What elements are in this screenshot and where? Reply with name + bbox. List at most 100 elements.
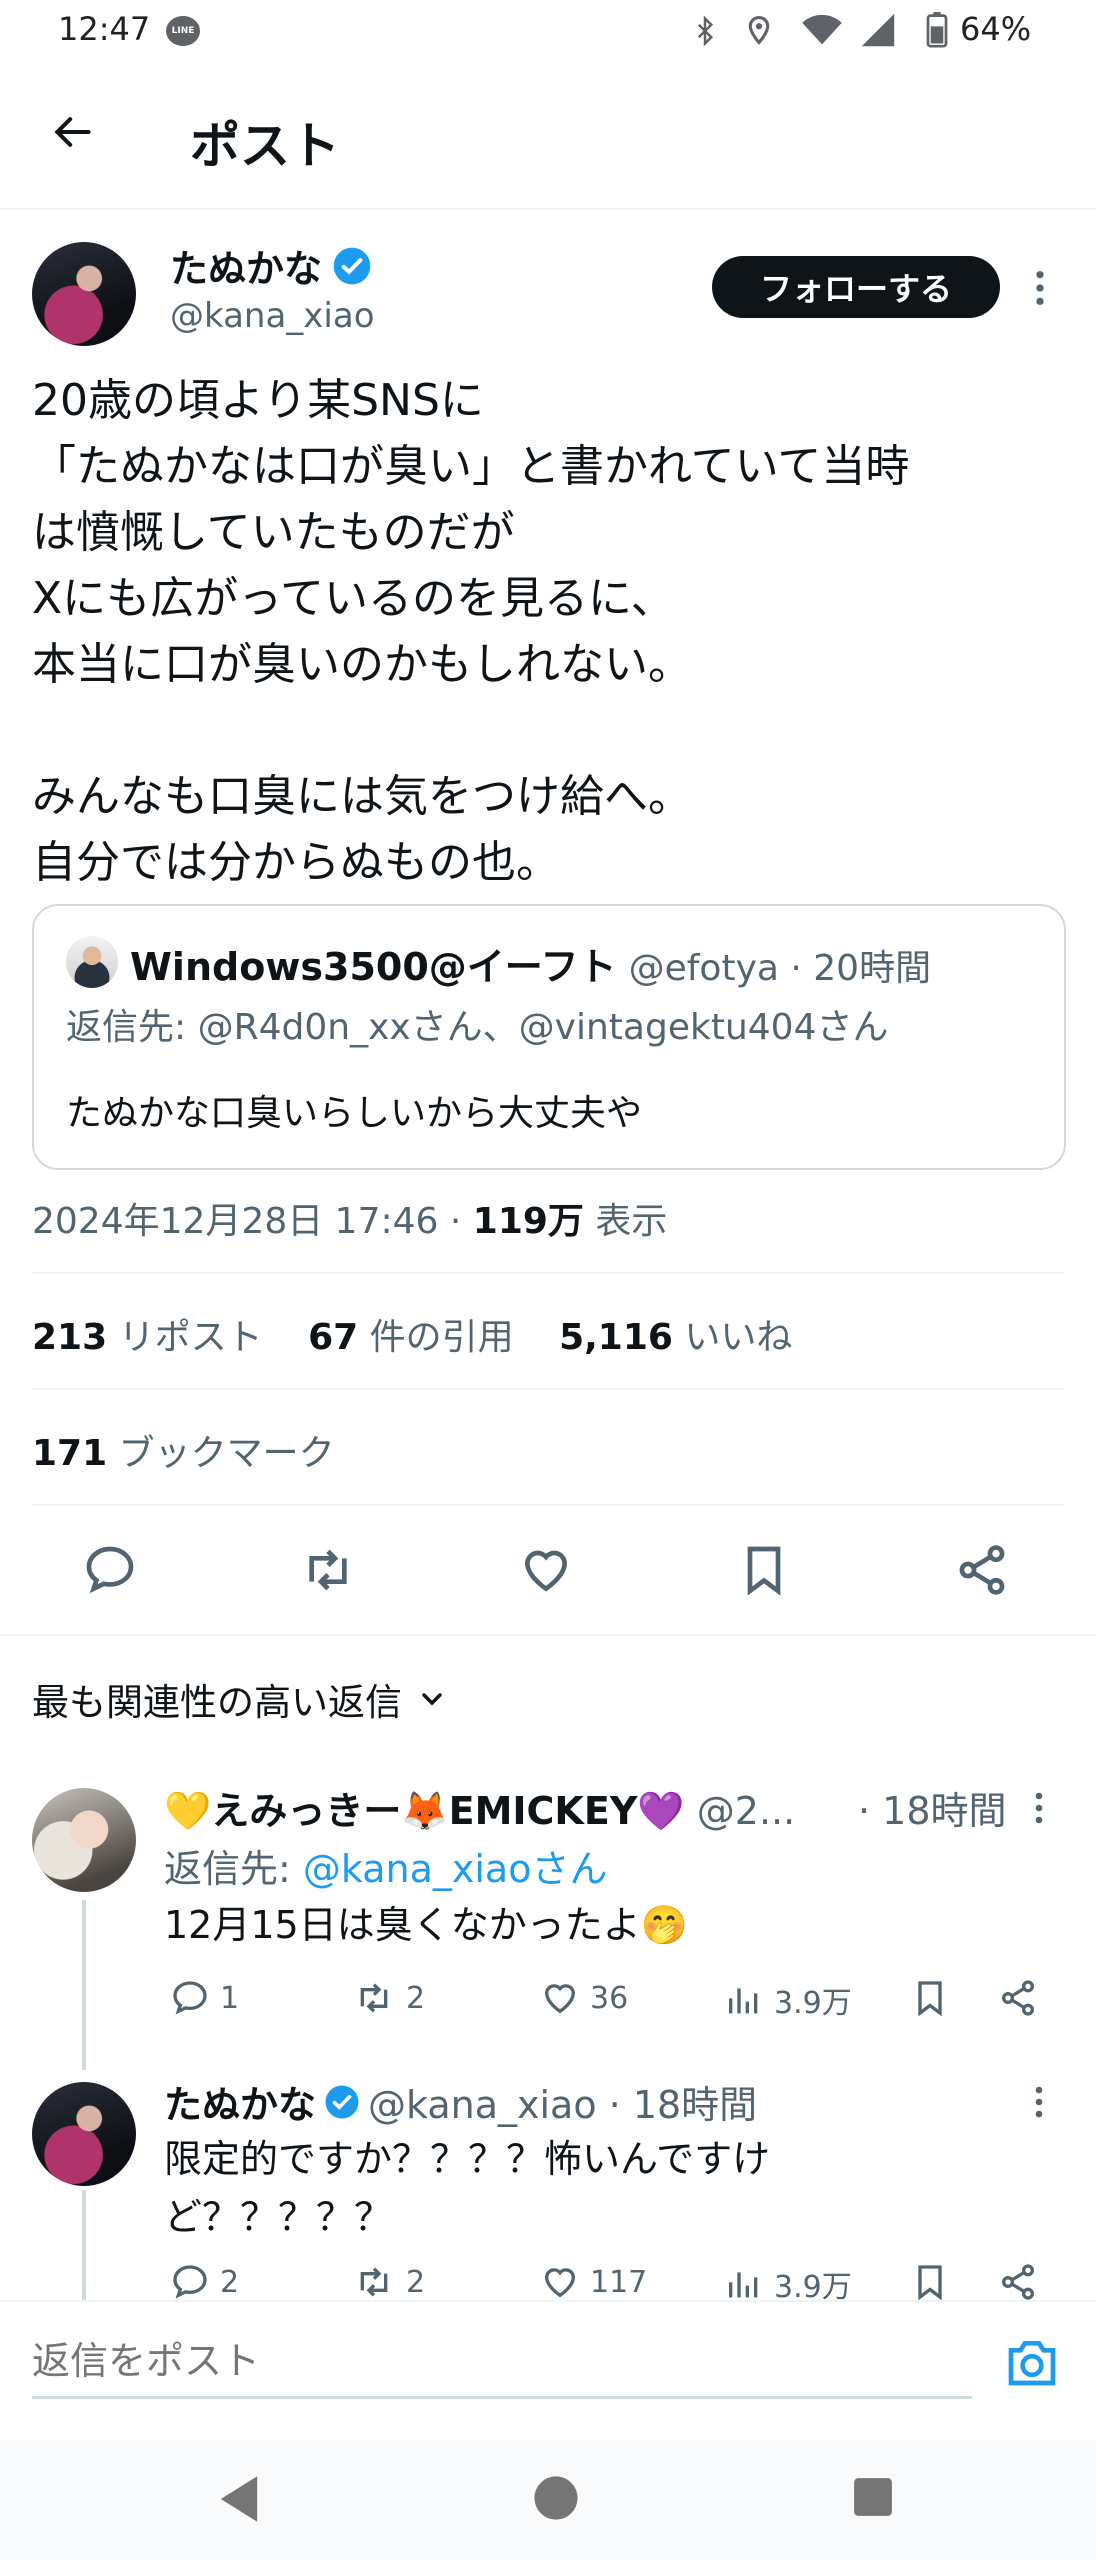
- repost-icon[interactable]: [298, 1542, 358, 1598]
- status-time: 12:47: [58, 10, 151, 48]
- reply-count: 1: [220, 1980, 240, 2016]
- like-action[interactable]: 36: [540, 1978, 628, 2018]
- like-count: 36: [590, 1980, 629, 2016]
- bookmark-icon[interactable]: [736, 1542, 792, 1598]
- reply-author-name[interactable]: たぬかな: [164, 2074, 316, 2129]
- quoted-text: たぬかな口臭いらしいから大丈夫や: [66, 1093, 643, 1134]
- post-timestamp-row: 2024年12月28日 17:46 · 119万 表示: [32, 1192, 667, 1244]
- divider: [32, 1272, 1064, 1274]
- system-navigation-bar: [0, 2440, 1096, 2560]
- nav-home-icon[interactable]: [532, 2474, 580, 2522]
- quotes-stat[interactable]: 67 件の引用: [308, 1317, 514, 1358]
- reply-to-line: 返信先: @kana_xiaoさん: [164, 1838, 607, 1893]
- share-icon[interactable]: [954, 1542, 1010, 1598]
- bookmark-icon: [918, 2265, 942, 2301]
- quoted-author-row: Windows3500@イーフト @efotya · 20時間: [130, 936, 931, 991]
- share-icon: [1002, 1980, 1034, 2016]
- follow-button[interactable]: フォローする: [712, 256, 1000, 318]
- reply-author-avatar[interactable]: [32, 1788, 136, 1892]
- back-arrow-icon[interactable]: [46, 110, 98, 154]
- reply-author-avatar[interactable]: [32, 2082, 136, 2186]
- wifi-icon: [800, 12, 844, 48]
- reply-text: 12月15日は臭くなかったよ🤭: [164, 1903, 689, 1947]
- reply-author-handle[interactable]: @kana_xiao · 18時間: [368, 2074, 757, 2129]
- repost-count: 2: [406, 1980, 426, 2016]
- author-handle[interactable]: @kana_xiao: [170, 296, 375, 336]
- reply-text: 限定的ですか？？？？怖いんですけ ど？？？？？: [164, 2137, 771, 2239]
- quoted-reply-prefix: 返信先:: [66, 1007, 198, 1048]
- quoted-author-meta: @efotya · 20時間: [628, 948, 932, 989]
- reply-to-handle[interactable]: @kana_xiaoさん: [303, 1847, 608, 1891]
- more-options-icon[interactable]: [1030, 2084, 1048, 2120]
- views-label: 表示: [583, 1201, 668, 1242]
- share-action[interactable]: [998, 2262, 1038, 2302]
- likes-label: いいね: [672, 1317, 793, 1358]
- views-count: 119万: [472, 1201, 584, 1242]
- repost-icon: [360, 2267, 388, 2297]
- like-action[interactable]: 117: [540, 2262, 647, 2302]
- camera-icon[interactable]: [1004, 2336, 1060, 2388]
- bookmark-action[interactable]: [910, 1978, 950, 2018]
- signal-icon: [858, 12, 898, 48]
- verified-badge-icon: [332, 246, 372, 286]
- repost-action[interactable]: 2: [352, 2262, 425, 2302]
- reply-sort-label: 最も関連性の高い返信: [32, 1681, 402, 1724]
- reposts-label: リポスト: [107, 1317, 263, 1358]
- quoted-post-card[interactable]: Windows3500@イーフト @efotya · 20時間 返信先: @R4…: [32, 904, 1066, 1170]
- share-action[interactable]: [998, 1978, 1038, 2018]
- views-action[interactable]: 3.9万: [724, 1978, 852, 2022]
- post-datetime: 2024年12月28日 17:46 ·: [32, 1201, 473, 1242]
- page-title: ポスト: [190, 117, 340, 175]
- location-icon: [744, 12, 774, 48]
- bookmarks-stat[interactable]: 171 ブックマーク: [32, 1424, 335, 1476]
- repost-action[interactable]: 2: [352, 1978, 425, 2018]
- quoted-author-avatar: [66, 936, 118, 988]
- more-options-icon[interactable]: [1030, 1790, 1048, 1826]
- views-count: 3.9万: [774, 1986, 852, 2021]
- reply-action-bar: 1 2 36 3.9万: [164, 1978, 1064, 2028]
- reposts-count: 213: [32, 1317, 108, 1358]
- like-count: 117: [590, 2264, 648, 2300]
- likes-count: 5,116: [559, 1317, 673, 1358]
- battery-icon: [926, 12, 948, 48]
- author-avatar[interactable]: [32, 242, 136, 346]
- reply-action[interactable]: 2: [170, 2262, 239, 2302]
- nav-recents-icon[interactable]: [852, 2476, 894, 2518]
- reply-action[interactable]: 1: [170, 1978, 239, 2018]
- reply-compose-input[interactable]: [32, 2326, 972, 2399]
- reply-icon[interactable]: [82, 1542, 138, 1598]
- reply-prefix: 返信先:: [164, 1847, 303, 1891]
- quotes-count: 67: [308, 1317, 359, 1358]
- bluetooth-icon: [690, 14, 720, 48]
- stats-row: 213 リポスト 67 件の引用 5,116 いいね: [32, 1308, 792, 1360]
- nav-back-icon[interactable]: [216, 2474, 262, 2524]
- more-options-icon[interactable]: [1030, 268, 1050, 308]
- views-chart-icon: [729, 1988, 758, 2014]
- views-chart-icon: [729, 2272, 758, 2298]
- repost-count: 2: [406, 2264, 426, 2300]
- reply-author-name[interactable]: 💛えみっきー🦊EMICKEY💜: [164, 1789, 685, 1833]
- thread-connector-line: [82, 1900, 86, 2070]
- repost-icon: [360, 1983, 388, 2013]
- like-heart-icon[interactable]: [518, 1542, 574, 1598]
- quotes-label: 件の引用: [358, 1317, 514, 1358]
- reply-count: 2: [220, 2264, 240, 2300]
- reply-timestamp[interactable]: · 18時間: [850, 1780, 1007, 1835]
- reposts-stat[interactable]: 213 リポスト: [32, 1317, 263, 1358]
- bookmark-action[interactable]: [910, 2262, 950, 2302]
- likes-stat[interactable]: 5,116 いいね: [559, 1317, 792, 1358]
- reply-sort-dropdown[interactable]: 最も関連性の高い返信: [32, 1672, 448, 1726]
- line-app-badge: LINE: [171, 26, 195, 36]
- bookmarks-count: 171: [32, 1433, 108, 1474]
- divider: [32, 1388, 1064, 1390]
- quoted-author-name: Windows3500@イーフト: [130, 945, 617, 989]
- reply-compose-bar: [0, 2300, 1096, 2442]
- author-name[interactable]: たぬかな: [170, 238, 322, 293]
- status-bar: 12:47 LINE 64%: [0, 0, 1096, 62]
- top-app-bar: ポスト: [0, 62, 1096, 210]
- like-heart-icon: [544, 1984, 576, 2014]
- author-name-row[interactable]: たぬかな: [170, 238, 372, 293]
- quoted-reply-to: 返信先: @R4d0n_xxさん、@vintagektu404さん: [66, 998, 888, 1050]
- reply-author-handle[interactable]: @2...: [697, 1789, 795, 1833]
- reply-header: たぬかな @kana_xiao · 18時間: [164, 2074, 757, 2129]
